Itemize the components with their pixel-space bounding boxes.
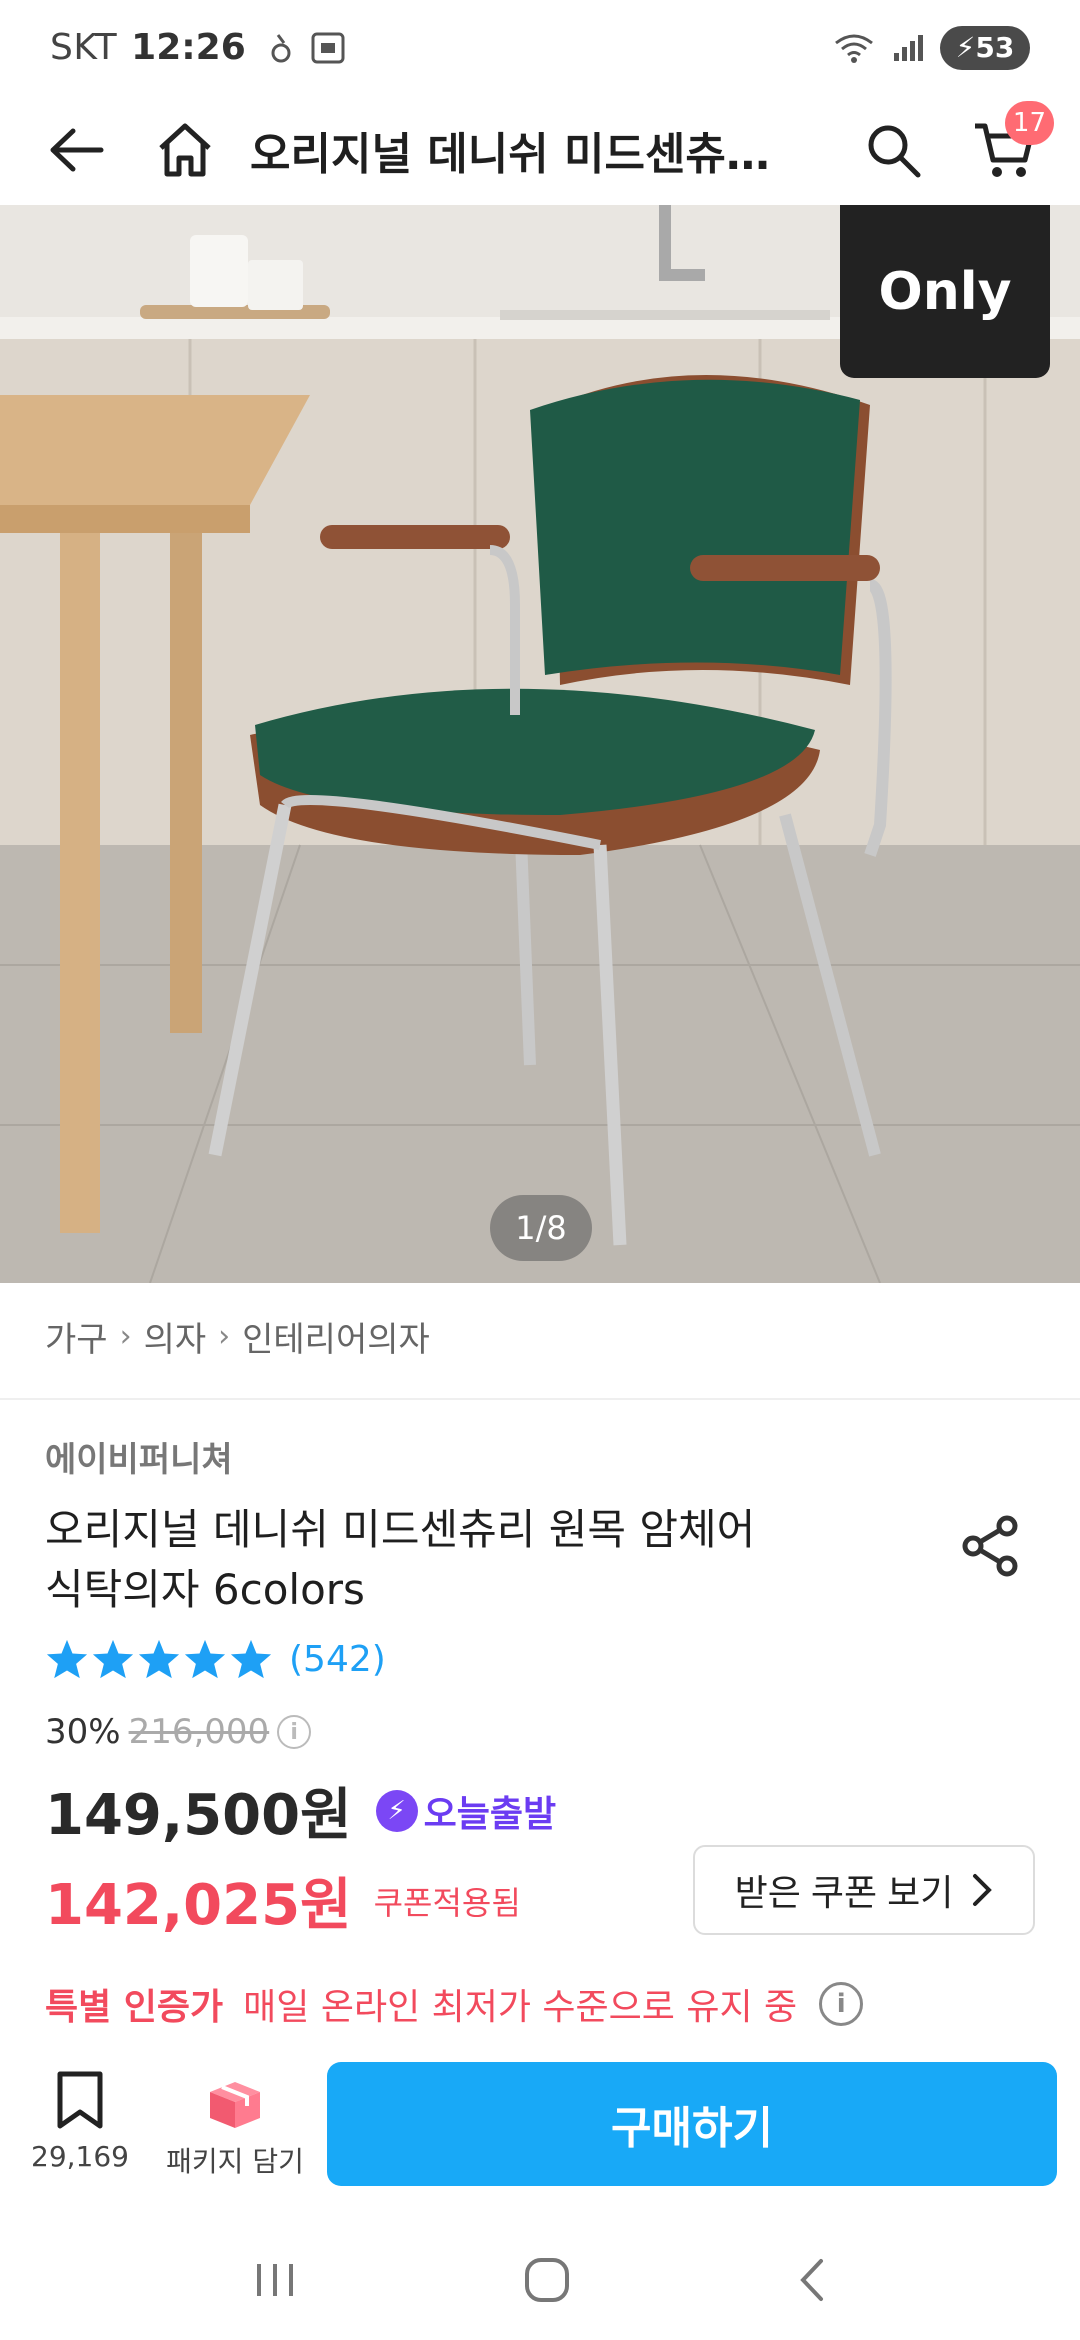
link-status-icon	[271, 33, 291, 62]
buy-button[interactable]: 구매하기	[327, 2062, 1057, 2186]
brand-name[interactable]: 에이비퍼니쳐	[45, 1432, 233, 1481]
clock: 12:26	[131, 27, 246, 68]
bottom-action-bar: 29,169 패키지 담기 구매하기	[0, 2060, 1080, 2200]
app-header: 오리지널 데니쉬 미드센츄… 17	[0, 95, 1080, 205]
coupon-price: 142,025원	[45, 1873, 352, 1938]
star-icon	[92, 1639, 134, 1679]
chevron-right-icon	[973, 1874, 993, 1906]
coupon-applied-label: 쿠폰적용됨	[373, 1883, 521, 1922]
home-nav-icon[interactable]	[523, 2256, 571, 2304]
status-bar: SKT 12:26 ⚡ 53	[0, 0, 1080, 95]
product-image-carousel[interactable]: Only 1/8	[0, 205, 1080, 1283]
certification-text: 매일 온라인 최저가 수준으로 유지 중	[243, 1987, 798, 2028]
product-title-line2: 식탁의자 6colors	[45, 1565, 365, 1614]
info-icon[interactable]: i	[819, 1982, 864, 2026]
carrier-label: SKT	[50, 27, 118, 68]
back-nav-icon[interactable]	[797, 2257, 827, 2303]
battery-indicator: ⚡ 53	[940, 25, 1030, 70]
page-title: 오리지널 데니쉬 미드센츄…	[250, 129, 770, 180]
star-icon	[138, 1639, 180, 1679]
cart-count-badge: 17	[1004, 101, 1054, 145]
search-button[interactable]	[848, 105, 938, 195]
breadcrumb-item-furniture[interactable]: 가구	[45, 1312, 108, 1361]
bookmark-count: 29,169	[31, 2140, 129, 2173]
screenshot-status-icon	[311, 32, 345, 63]
only-badge: Only	[840, 205, 1050, 378]
signal-icon	[894, 34, 923, 61]
rating-row[interactable]: (542)	[45, 1638, 386, 1680]
lightning-icon: ⚡	[375, 1789, 418, 1832]
home-button[interactable]	[140, 105, 230, 195]
certification-row: 특별 인증가 매일 온라인 최저가 수준으로 유지 중 i	[45, 1978, 864, 2030]
chevron-right-icon: ›	[218, 1319, 231, 1354]
share-icon	[962, 1515, 1018, 1577]
wifi-icon	[835, 34, 873, 63]
view-coupon-button[interactable]: 받은 쿠폰 보기	[693, 1845, 1035, 1935]
search-icon	[868, 125, 921, 178]
recent-apps-icon[interactable]	[253, 2260, 297, 2300]
today-delivery-label: 오늘출발	[423, 1793, 557, 1835]
price-row: 149,500원 ⚡ 오늘출발	[45, 1770, 556, 1851]
battery-level: 53	[975, 31, 1015, 64]
star-icon	[184, 1639, 226, 1679]
image-page-indicator: 1/8	[490, 1195, 592, 1261]
discount-percent: 30%	[45, 1712, 121, 1752]
certification-title: 특별 인증가	[45, 1987, 224, 2028]
original-price: 216,000	[128, 1712, 270, 1752]
bookmark-button[interactable]: 29,169	[20, 2070, 140, 2173]
star-icon	[230, 1639, 272, 1679]
view-coupon-label: 받은 쿠폰 보기	[734, 1872, 954, 1913]
cart-button[interactable]: 17	[960, 101, 1054, 195]
home-icon	[159, 123, 211, 177]
star-rating	[45, 1638, 273, 1680]
today-delivery-badge: ⚡ 오늘출발	[375, 1785, 557, 1837]
system-nav-bar	[0, 2220, 1080, 2340]
breadcrumb-item-chair[interactable]: 의자	[144, 1312, 207, 1361]
back-button[interactable]	[30, 105, 120, 195]
product-title-line1: 오리지널 데니쉬 미드센츄리 원목 암체어	[45, 1505, 756, 1554]
share-button[interactable]	[955, 1510, 1027, 1582]
discount-row: 30% 216,000 i	[45, 1712, 312, 1752]
star-icon	[46, 1639, 88, 1679]
back-arrow-icon	[50, 128, 104, 172]
product-title: 오리지널 데니쉬 미드센츄리 원목 암체어 식탁의자 6colors	[45, 1500, 845, 1620]
breadcrumb-item-interior-chair[interactable]: 인테리어의자	[242, 1312, 430, 1361]
breadcrumb: 가구 › 의자 › 인테리어의자	[45, 1312, 430, 1361]
package-add-button[interactable]: 패키지 담기	[160, 2070, 310, 2180]
sale-price: 149,500원	[45, 1783, 352, 1848]
bookmark-icon	[57, 2071, 103, 2129]
gift-box-icon	[210, 2082, 260, 2128]
section-divider	[0, 1398, 1080, 1400]
coupon-price-row: 142,025원 쿠폰적용됨	[45, 1860, 521, 1941]
info-icon[interactable]: i	[277, 1715, 312, 1749]
review-count[interactable]: (542)	[289, 1639, 386, 1680]
package-add-label: 패키지 담기	[166, 2145, 304, 2178]
chevron-right-icon: ›	[119, 1319, 132, 1354]
